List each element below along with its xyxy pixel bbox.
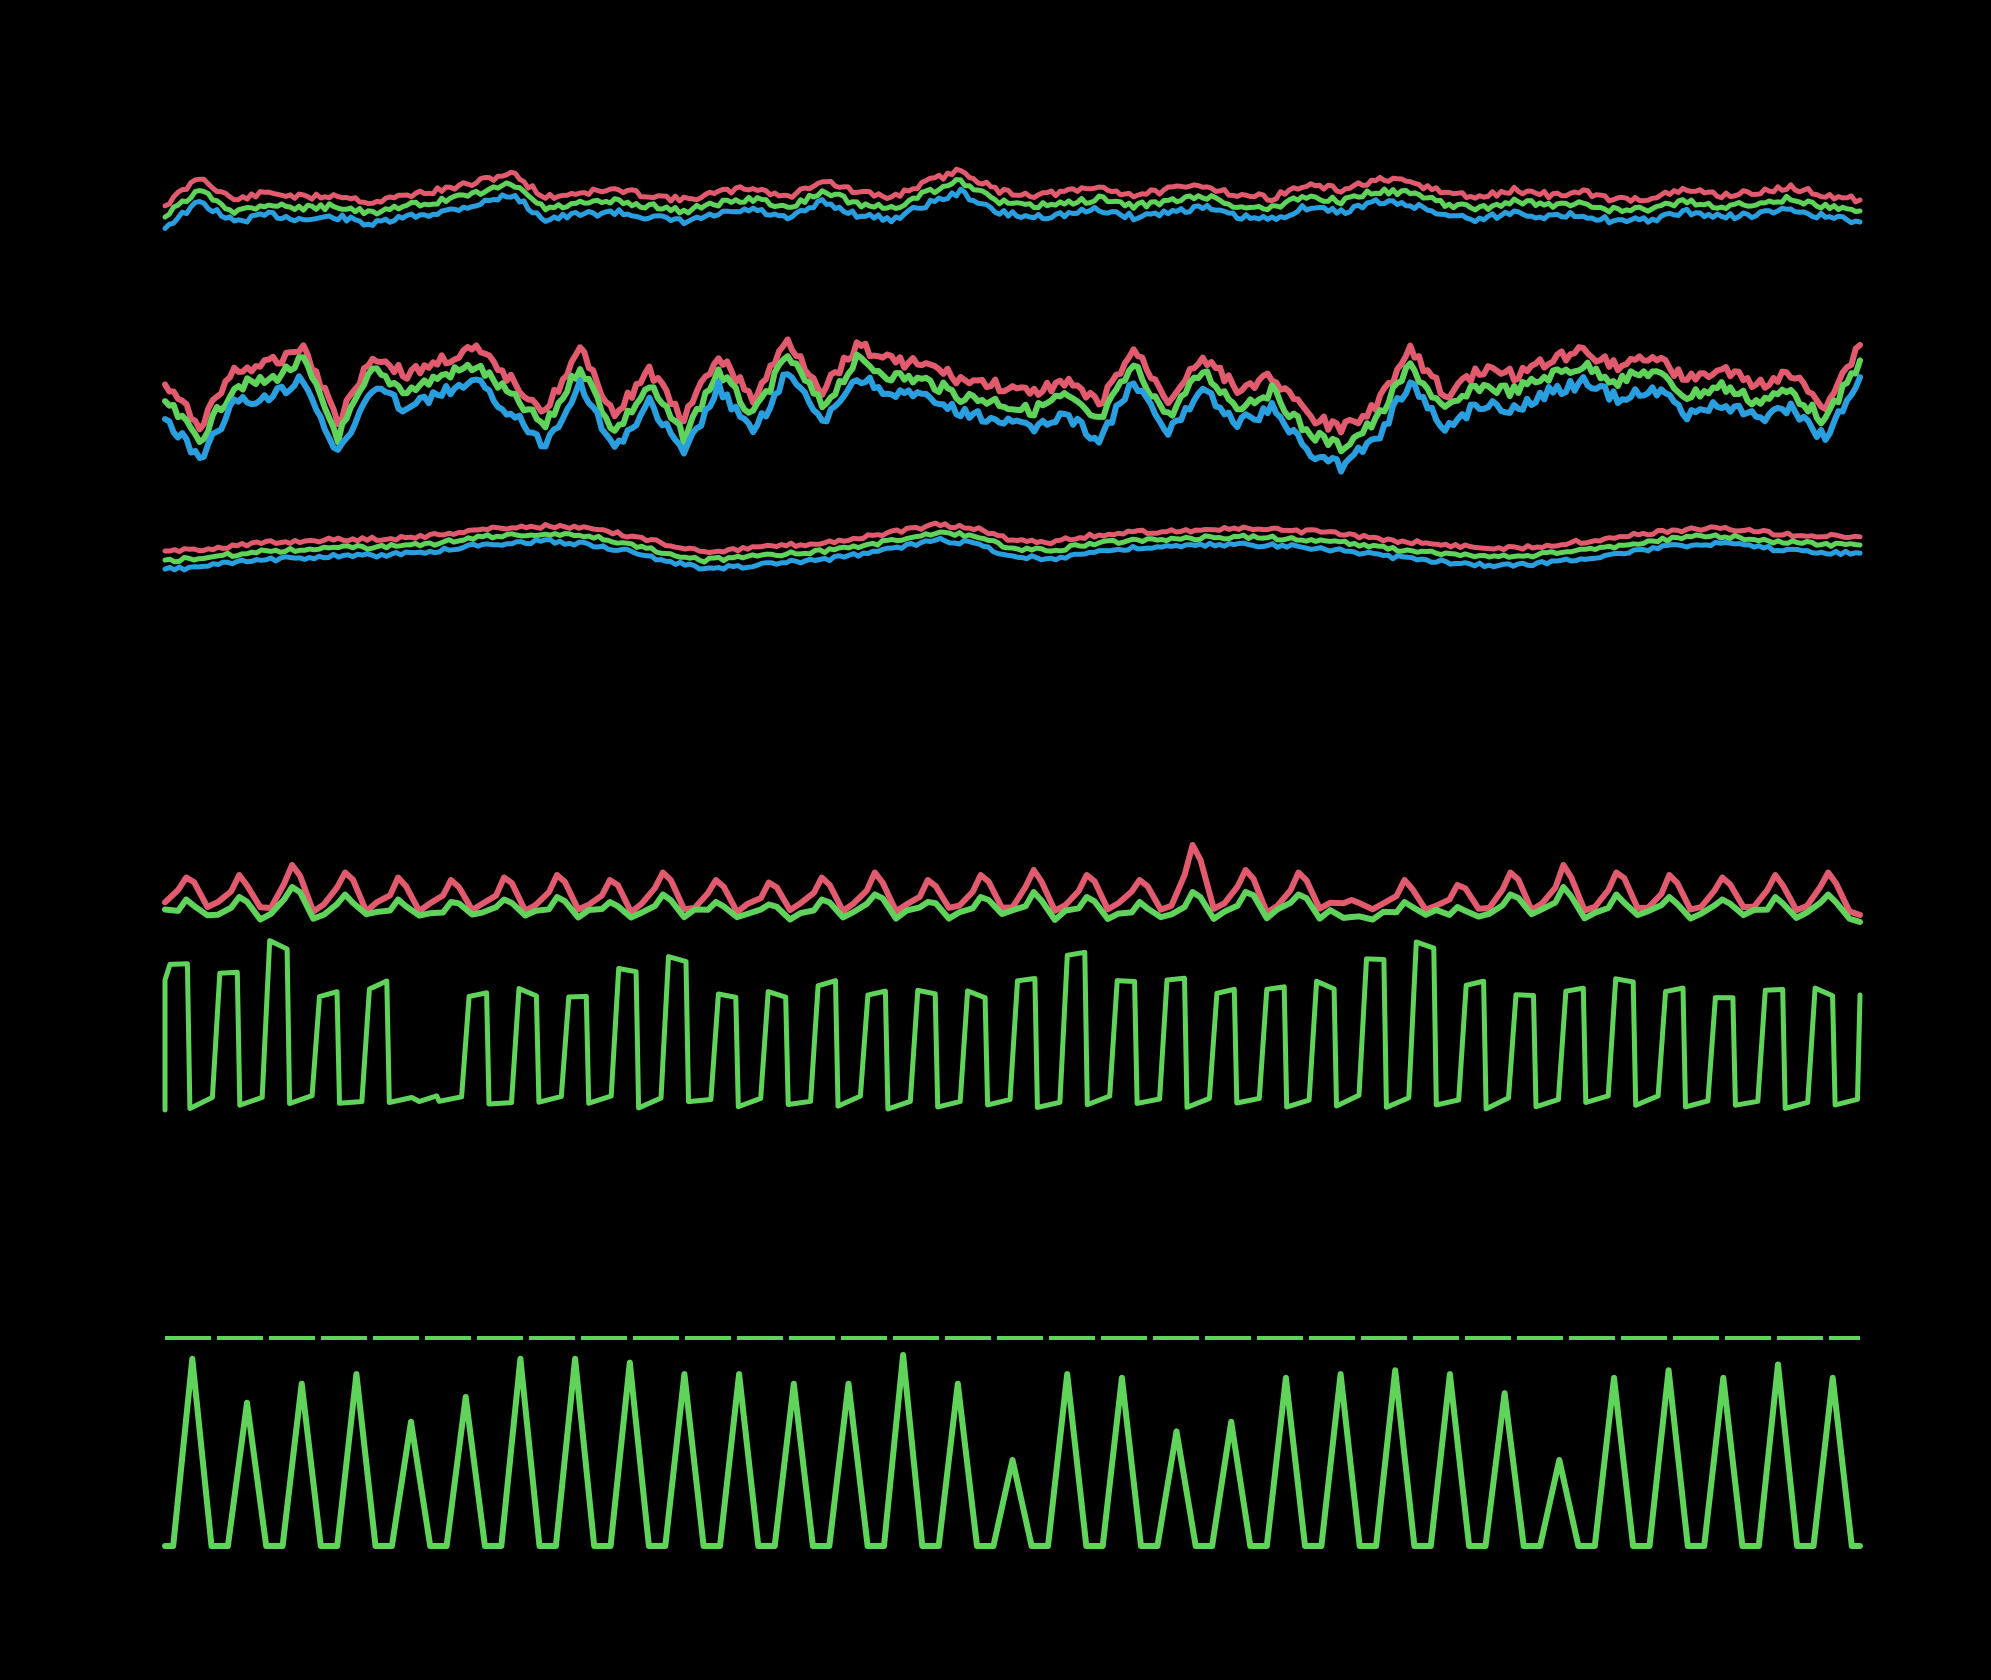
series-line-1 <box>162 842 1863 918</box>
line-chart <box>0 0 1991 1680</box>
series-line-1 <box>162 1352 1863 1549</box>
panel-5-green-pulse-trace <box>162 938 1863 1113</box>
series-line-1 <box>162 938 1863 1113</box>
panel-2-rgb-traces <box>162 336 1863 475</box>
panel-1-rgb-traces <box>162 166 1863 231</box>
panel-3-rgb-traces <box>162 520 1863 573</box>
panel-6-green-peak-trace <box>162 1352 1863 1549</box>
panel-4-red-green-traces <box>162 842 1863 925</box>
series-line-1 <box>162 166 1863 209</box>
